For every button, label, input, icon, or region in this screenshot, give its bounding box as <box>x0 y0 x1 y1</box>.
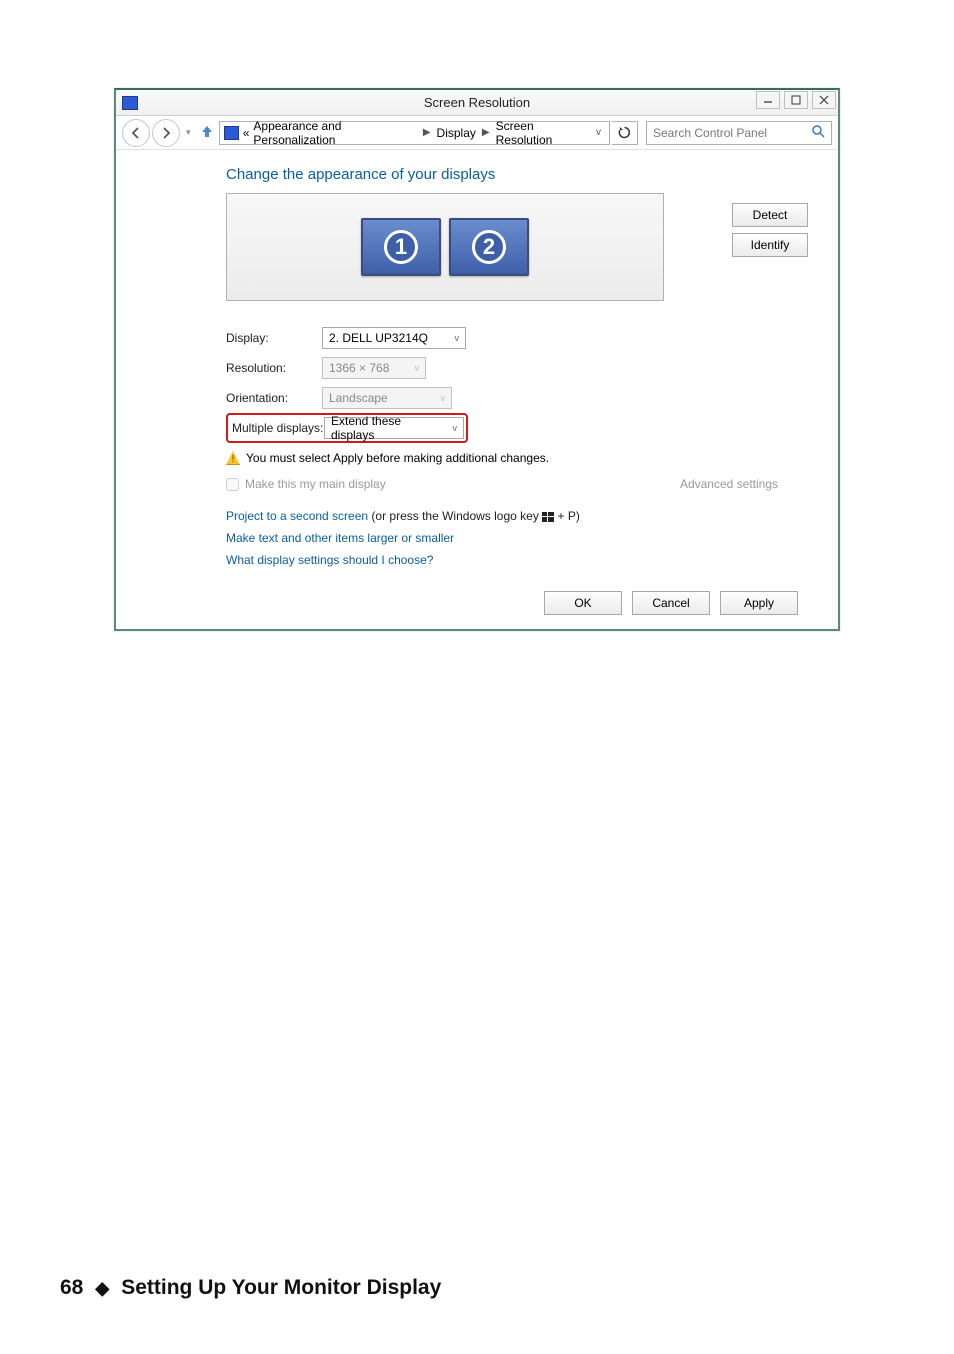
chevron-down-icon: v <box>453 423 458 433</box>
monitor-1[interactable]: 1 <box>361 218 441 276</box>
screen-resolution-window: Screen Resolution ▾ <box>114 88 840 631</box>
page-number: 68 <box>60 1276 83 1300</box>
project-suffix-b: + P) <box>554 509 580 523</box>
multiple-displays-highlight: Multiple displays: Extend these displays… <box>226 413 468 443</box>
display-value: 2. DELL UP3214Q <box>329 331 428 345</box>
identify-button[interactable]: Identify <box>732 233 808 257</box>
main-display-label: Make this my main display <box>245 477 386 491</box>
breadcrumb-item[interactable]: Display <box>437 126 476 140</box>
content-area: Change the appearance of your displays 1… <box>116 150 838 629</box>
monitor-number: 1 <box>384 230 418 264</box>
chevron-down-icon: v <box>415 363 420 373</box>
close-icon <box>819 95 829 105</box>
breadcrumb-separator-icon: ▶ <box>480 127 492 138</box>
orientation-label: Orientation: <box>226 391 322 405</box>
warning-message: ! You must select Apply before making ad… <box>226 451 838 465</box>
back-button[interactable] <box>122 119 150 147</box>
titlebar: Screen Resolution <box>116 90 838 116</box>
display-arrangement-preview[interactable]: 1 2 <box>226 193 664 301</box>
arrow-left-icon <box>130 127 142 139</box>
forward-button[interactable] <box>152 119 180 147</box>
display-label: Display: <box>226 331 322 345</box>
cancel-button[interactable]: Cancel <box>632 591 710 615</box>
detect-button[interactable]: Detect <box>732 203 808 227</box>
monitor-number: 2 <box>472 230 506 264</box>
multiple-displays-label: Multiple displays: <box>232 421 324 435</box>
orientation-dropdown[interactable]: Landscape v <box>322 387 452 409</box>
search-input[interactable]: Search Control Panel <box>646 121 832 145</box>
chevron-down-icon: v <box>455 333 460 343</box>
resolution-value: 1366 × 768 <box>329 361 389 375</box>
display-dropdown[interactable]: 2. DELL UP3214Q v <box>322 327 466 349</box>
main-display-checkbox <box>226 478 239 491</box>
close-button[interactable] <box>812 91 836 109</box>
breadcrumb-prefix: « <box>243 126 250 140</box>
control-panel-icon <box>224 126 239 140</box>
windows-logo-icon <box>542 512 554 522</box>
chevron-down-icon: v <box>441 393 446 403</box>
resolution-dropdown[interactable]: 1366 × 768 v <box>322 357 426 379</box>
maximize-icon <box>791 95 801 105</box>
arrow-right-icon <box>160 127 172 139</box>
multiple-displays-value: Extend these displays <box>331 414 443 442</box>
up-button[interactable] <box>197 124 217 141</box>
arrow-up-icon <box>201 124 213 138</box>
refresh-button[interactable] <box>612 121 638 145</box>
diamond-separator-icon: ◆ <box>95 1278 109 1299</box>
display-help-link[interactable]: What display settings should I choose? <box>226 553 433 567</box>
warning-icon: ! <box>226 451 240 465</box>
page-footer: 68 ◆ Setting Up Your Monitor Display <box>60 1276 441 1300</box>
refresh-icon <box>618 126 631 139</box>
address-bar[interactable]: « Appearance and Personalization ▶ Displ… <box>219 121 610 145</box>
search-placeholder: Search Control Panel <box>653 126 767 140</box>
resolution-label: Resolution: <box>226 361 322 375</box>
search-icon <box>812 125 825 141</box>
text-size-link[interactable]: Make text and other items larger or smal… <box>226 531 454 545</box>
page-heading: Change the appearance of your displays <box>226 166 838 183</box>
monitor-2[interactable]: 2 <box>449 218 529 276</box>
ok-button[interactable]: OK <box>544 591 622 615</box>
project-second-screen-link[interactable]: Project to a second screen <box>226 509 368 523</box>
recent-pages-dropdown[interactable]: ▾ <box>182 127 195 138</box>
breadcrumb-item[interactable]: Appearance and Personalization <box>253 119 416 147</box>
maximize-button[interactable] <box>784 91 808 109</box>
minimize-icon <box>763 95 773 105</box>
project-suffix: (or press the Windows logo key <box>368 509 542 523</box>
breadcrumb-item[interactable]: Screen Resolution <box>496 119 588 147</box>
window-controls <box>756 91 836 109</box>
breadcrumb-separator-icon: ▶ <box>421 127 433 138</box>
advanced-settings-link[interactable]: Advanced settings <box>680 477 778 491</box>
address-dropdown-icon[interactable]: v <box>592 127 605 138</box>
apply-button[interactable]: Apply <box>720 591 798 615</box>
navigation-bar: ▾ « Appearance and Personalization ▶ Dis… <box>116 116 838 150</box>
section-title: Setting Up Your Monitor Display <box>121 1276 441 1300</box>
orientation-value: Landscape <box>329 391 388 405</box>
warning-text: You must select Apply before making addi… <box>246 451 549 465</box>
minimize-button[interactable] <box>756 91 780 109</box>
window-title: Screen Resolution <box>116 95 838 110</box>
multiple-displays-dropdown[interactable]: Extend these displays v <box>324 417 464 439</box>
